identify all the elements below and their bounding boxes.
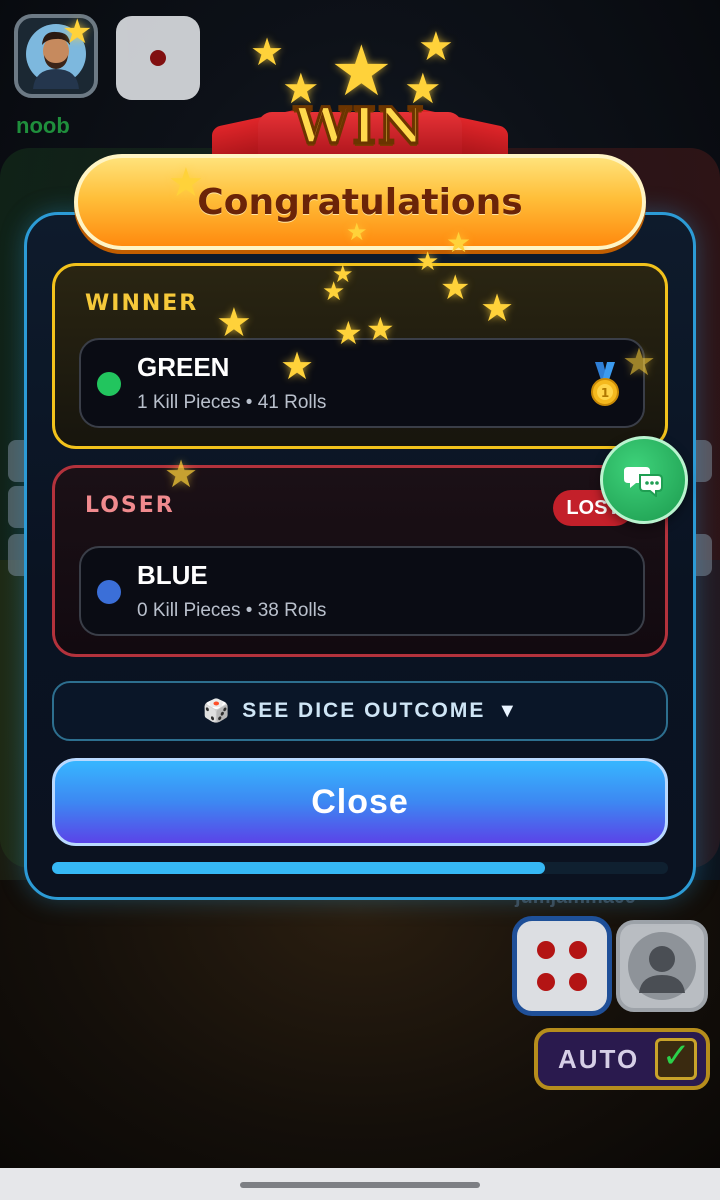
blue-player-dot <box>97 580 121 604</box>
green-player-dot <box>97 372 121 396</box>
opponent-avatar[interactable] <box>616 920 708 1012</box>
svg-text:1: 1 <box>601 386 609 400</box>
dice-icon: 🎲 <box>202 698 231 723</box>
star-icon: ★ <box>366 311 395 347</box>
star-icon: ★ <box>164 454 199 496</box>
chat-bubbles-icon <box>624 467 663 497</box>
game-screen: noob jumjamma09 AUTO ✓ WIN ★ ★ ★ ★ ★ ★ C… <box>0 0 720 1200</box>
dice-outcome-label: SEE DICE OUTCOME <box>242 699 486 722</box>
star-icon: ★ <box>440 269 471 307</box>
star-icon: ★ <box>280 346 315 388</box>
opponent-dice[interactable] <box>512 916 612 1016</box>
modal-title: Congratulations <box>197 181 523 223</box>
default-user-icon <box>628 932 696 1000</box>
dice-pip <box>150 50 166 66</box>
checkmark-icon: ✓ <box>655 1038 698 1080</box>
loser-color-name: BLUE <box>137 560 208 590</box>
loser-section: LOSER LOST BLUE 0 Kill Pieces • 38 Rolls <box>52 465 668 657</box>
auto-label: AUTO <box>558 1043 640 1074</box>
star-icon: ★ <box>404 65 442 112</box>
dice-pip <box>537 941 555 959</box>
star-icon: ★ <box>62 13 93 51</box>
star-icon: ★ <box>446 227 472 258</box>
auto-play-toggle[interactable]: AUTO ✓ <box>534 1028 710 1090</box>
progress-fill <box>52 862 545 874</box>
star-icon: ★ <box>330 32 393 110</box>
star-icon: ★ <box>282 65 320 112</box>
auto-close-progress <box>52 862 668 874</box>
background-ground <box>0 880 720 1170</box>
winner-label: WINNER <box>85 291 199 316</box>
dice-pip <box>569 973 587 991</box>
star-icon: ★ <box>416 246 440 276</box>
star-icon: ★ <box>250 32 285 74</box>
player-dice[interactable] <box>116 16 200 100</box>
player-name: noob <box>16 113 70 138</box>
home-gesture-handle[interactable] <box>240 1182 480 1188</box>
winner-color-name: GREEN <box>137 352 230 382</box>
chat-button[interactable] <box>600 436 688 524</box>
loser-stats: 0 Kill Pieces • 38 Rolls <box>137 600 327 621</box>
loser-player-card: BLUE 0 Kill Pieces • 38 Rolls <box>79 546 645 636</box>
dice-pip <box>569 941 587 959</box>
close-label: Close <box>311 782 409 821</box>
star-icon: ★ <box>622 342 657 384</box>
star-icon: ★ <box>346 219 368 246</box>
gold-medal-icon: 1 <box>591 362 619 406</box>
star-icon: ★ <box>332 261 354 288</box>
star-icon: ★ <box>168 161 204 205</box>
loser-label: LOSER <box>85 493 175 518</box>
system-nav-bar <box>0 1168 720 1200</box>
star-icon: ★ <box>418 25 454 69</box>
star-icon: ★ <box>216 301 252 345</box>
dice-pip <box>537 973 555 991</box>
close-button[interactable]: Close <box>52 758 668 846</box>
star-icon: ★ <box>480 288 515 330</box>
star-icon: ★ <box>334 315 363 351</box>
winner-section: WINNER GREEN 1 Kill Pieces • 41 Rolls 1 <box>52 263 668 449</box>
chevron-down-icon: ▼ <box>497 699 518 722</box>
winner-stats: 1 Kill Pieces • 41 Rolls <box>137 392 327 413</box>
see-dice-outcome-button[interactable]: 🎲 SEE DICE OUTCOME ▼ <box>52 681 668 741</box>
